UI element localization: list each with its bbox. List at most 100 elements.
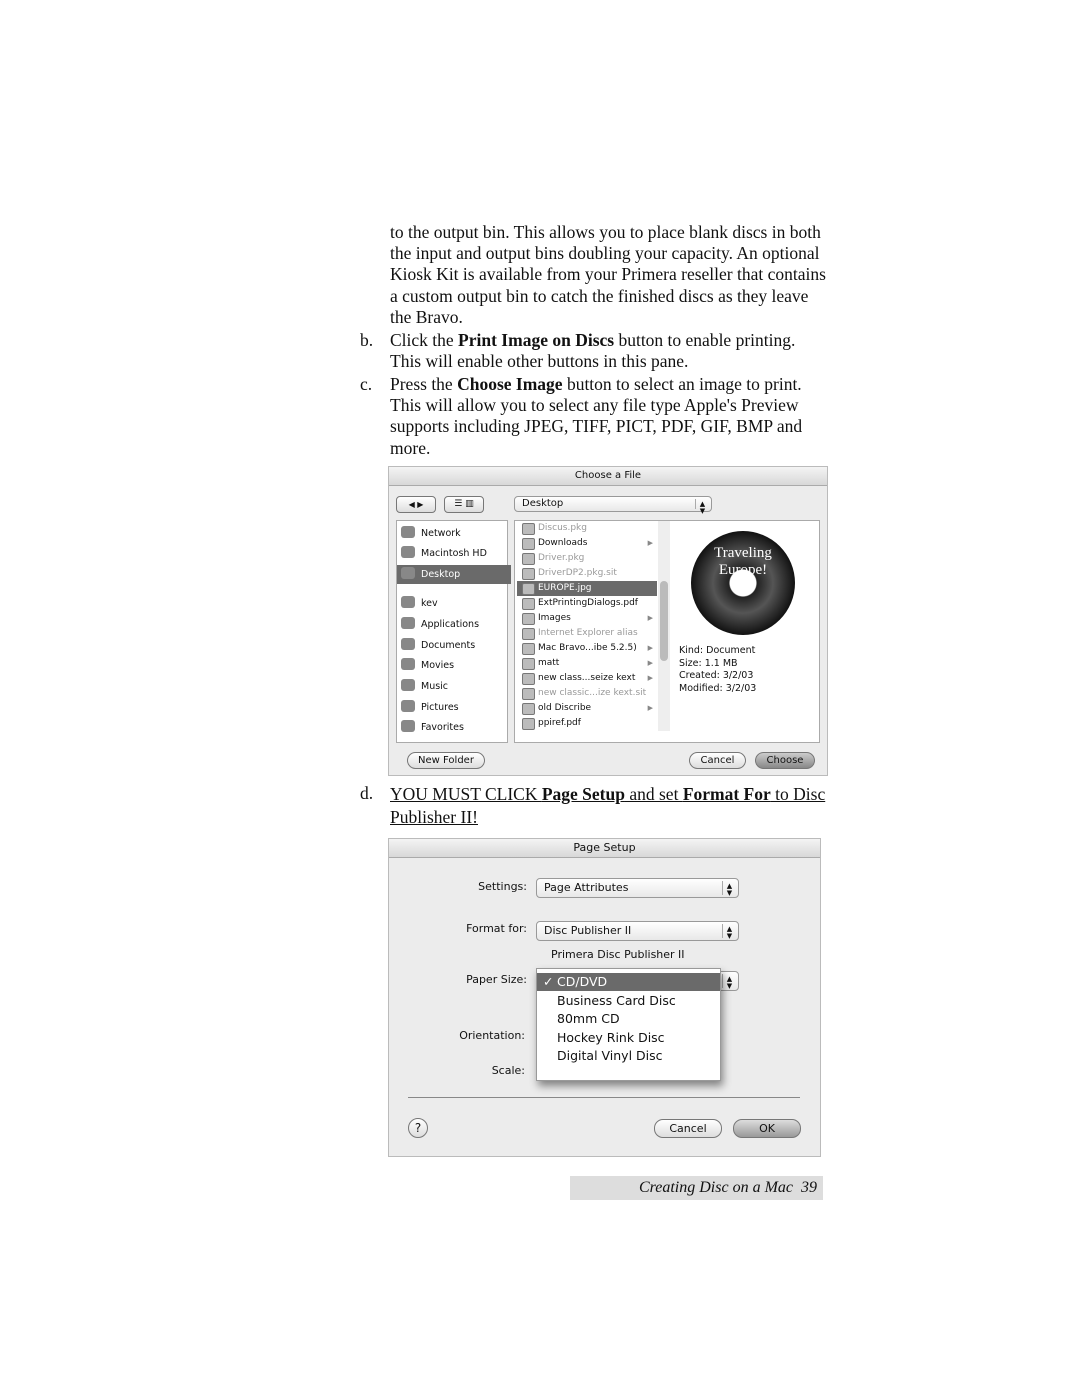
folder-icon <box>522 673 535 685</box>
file-row[interactable]: ExtPrintingDialogs.pdf <box>517 596 657 611</box>
file-icon <box>522 523 535 535</box>
scrollbar[interactable] <box>658 521 670 731</box>
file-row[interactable]: old Discribe ▶ <box>517 701 657 716</box>
view-mode-buttons[interactable]: ☰ ▥ <box>444 496 484 513</box>
sidebar-item-label: Music <box>421 681 449 692</box>
file-row[interactable]: new classic...ize kext.sit <box>517 686 657 701</box>
location-icon <box>401 526 415 538</box>
file-row[interactable]: Images ▶ <box>517 611 657 626</box>
location-icon <box>401 700 415 712</box>
footer-text: Creating Disc on a Mac 39 <box>639 1179 817 1197</box>
location-popup[interactable]: Desktop ▲ ▼ <box>514 496 712 515</box>
file-name: Images <box>538 613 571 623</box>
sidebar: Network Macintosh HD Desktop kev Application… <box>396 520 511 743</box>
paragraph-output-bin: to the output bin. This allows you to pl… <box>390 222 826 327</box>
location-icon <box>401 638 415 650</box>
folder-icon <box>522 703 535 715</box>
menu-item-label: Business Card Disc <box>557 992 676 1008</box>
sidebar-item[interactable]: Applications <box>401 615 505 634</box>
menu-item[interactable]: Business Card Disc <box>537 992 720 1010</box>
file-icon <box>522 553 535 565</box>
file-row[interactable]: new class...seize kext ▶ <box>517 671 657 686</box>
file-row[interactable]: Discus.pkg <box>517 521 657 536</box>
chapter-title: Creating Disc on a Mac <box>638 1179 793 1196</box>
sidebar-item-label: Favorites <box>421 722 464 733</box>
file-row[interactable]: Internet Explorer alias <box>517 626 657 641</box>
disc-preview-image: Traveling Europe! <box>691 531 795 635</box>
back-forward-buttons[interactable]: ◀ ▶ <box>396 496 436 513</box>
menu-item[interactable]: Hockey Rink Disc <box>537 1029 720 1047</box>
sidebar-item[interactable]: Network <box>401 524 505 543</box>
info-size: Size: 1.1 MB <box>679 657 738 669</box>
file-name: new classic...ize kext.sit <box>538 688 647 698</box>
sidebar-item-label: Network <box>421 528 461 539</box>
separator <box>408 1097 800 1098</box>
cancel-button[interactable]: Cancel <box>689 752 746 769</box>
settings-label: Settings: <box>478 880 527 893</box>
sidebar-item[interactable]: Movies <box>401 656 505 675</box>
page-number: 39 <box>801 1179 817 1196</box>
step-c: Press the Choose Image button to select … <box>390 374 830 459</box>
menu-item[interactable]: Digital Vinyl Disc <box>537 1047 720 1065</box>
location-icon <box>401 617 415 629</box>
bold-term: Page Setup <box>541 784 625 804</box>
file-row[interactable]: Mac Bravo...ibe 5.2.5) ▶ <box>517 641 657 656</box>
disclosure-arrow-icon: ▶ <box>647 659 653 667</box>
choose-button[interactable]: Choose <box>755 752 815 769</box>
scroll-thumb[interactable] <box>660 581 668 661</box>
file-row[interactable]: EUROPE.jpg <box>517 581 657 596</box>
disclosure-arrow-icon: ▶ <box>647 704 653 712</box>
settings-popup[interactable]: Page Attributes ▲ ▼ <box>536 878 739 898</box>
format-label: Format for: <box>466 922 527 935</box>
file-icon <box>522 718 535 730</box>
popup-arrows-icon: ▲ ▼ <box>722 974 736 990</box>
dialog-title: Choose a File <box>389 467 827 486</box>
sidebar-item[interactable]: Documents <box>401 636 505 655</box>
text: Press the <box>390 374 458 394</box>
file-name: Driver.pkg <box>538 553 585 563</box>
file-row[interactable]: Driver.pkg <box>517 551 657 566</box>
file-icon <box>522 688 535 700</box>
sidebar-item-label: Desktop <box>421 569 461 580</box>
file-name: Internet Explorer alias <box>538 628 638 638</box>
file-row[interactable]: Downloads ▶ <box>517 536 657 551</box>
sidebar-item[interactable]: Pictures <box>401 698 505 717</box>
location-icon <box>401 596 415 608</box>
sidebar-item[interactable]: kev <box>401 594 505 613</box>
file-row[interactable]: matt ▶ <box>517 656 657 671</box>
location-icon <box>401 546 415 558</box>
browser-pane: Discus.pkg Downloads ▶ Driver.pkg DriverDP2.… <box>514 520 820 743</box>
disclosure-arrow-icon: ▶ <box>647 539 653 547</box>
file-name: Discus.pkg <box>538 523 587 533</box>
menu-item[interactable]: 80mm CD <box>537 1010 720 1028</box>
sidebar-item-label: Applications <box>421 619 480 630</box>
cancel-button[interactable]: Cancel <box>654 1119 722 1138</box>
sidebar-item-label: Pictures <box>421 702 459 713</box>
sidebar-item[interactable]: Desktop <box>397 565 511 584</box>
popup-arrows-icon: ▲ ▼ <box>695 499 709 515</box>
file-row[interactable]: DriverDP2.pkg.sit <box>517 566 657 581</box>
sidebar-item[interactable]: Favorites <box>401 718 505 737</box>
ok-button[interactable]: OK <box>733 1119 801 1138</box>
menu-item[interactable]: ✓ CD/DVD <box>537 973 720 991</box>
format-for-popup[interactable]: Disc Publisher II ▲ ▼ <box>536 921 739 941</box>
help-button[interactable]: ? <box>408 1118 428 1138</box>
new-folder-button[interactable]: New Folder <box>407 752 485 769</box>
sidebar-item[interactable]: Macintosh HD <box>401 544 505 563</box>
menu-item-label: CD/DVD <box>557 974 608 989</box>
disc-label: Traveling Europe! <box>714 545 772 578</box>
sidebar-item-label: Documents <box>421 640 476 651</box>
file-name: Downloads <box>538 538 588 548</box>
file-name: matt <box>538 658 560 668</box>
info-modified: Modified: 3/2/03 <box>679 682 757 694</box>
sidebar-item[interactable]: Music <box>401 677 505 696</box>
step-d: YOU MUST CLICK Page Setup and set Format… <box>390 783 830 829</box>
disclosure-arrow-icon: ▶ <box>647 644 653 652</box>
printer-description: Primera Disc Publisher II <box>551 948 685 961</box>
folder-icon <box>522 643 535 655</box>
step-marker: b. <box>360 330 374 350</box>
disclosure-arrow-icon: ▶ <box>647 674 653 682</box>
text: and set <box>624 784 683 804</box>
file-row[interactable]: ppiref.pdf <box>517 716 657 731</box>
popup-arrows-icon: ▲ ▼ <box>722 924 736 940</box>
